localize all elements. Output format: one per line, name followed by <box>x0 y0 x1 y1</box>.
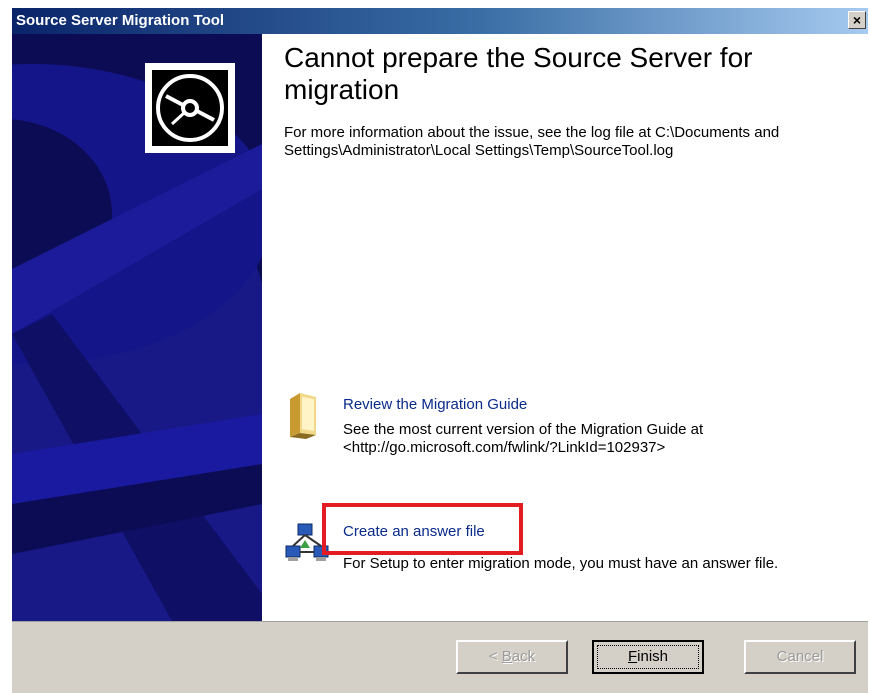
back-rest: ack <box>511 648 536 665</box>
review-guide-description: See the most current version of the Migr… <box>343 421 704 456</box>
migration-dialog: Source Server Migration Tool × Cannot pr… <box>0 0 870 693</box>
finish-button[interactable]: Finish <box>592 640 704 674</box>
page-title: Cannot prepare the Source Server for mig… <box>284 42 753 105</box>
focus-rect <box>597 645 699 669</box>
close-button[interactable]: × <box>848 11 866 29</box>
title-bar: Source Server Migration Tool × <box>12 8 868 34</box>
side-banner <box>12 34 262 621</box>
button-bar: < Back Finish Cancel <box>12 621 868 693</box>
disc-icon <box>152 70 228 146</box>
log-info-text: For more information about the issue, se… <box>284 124 780 159</box>
annotation-highlight-box <box>322 503 523 555</box>
window-title: Source Server Migration Tool <box>16 12 225 29</box>
answer-file-description: For Setup to enter migration mode, you m… <box>343 555 779 572</box>
review-guide-link[interactable]: Review the Migration Guide <box>343 396 527 414</box>
back-accel: B <box>501 648 512 665</box>
disc-logo <box>145 63 235 153</box>
cancel-button[interactable]: Cancel <box>744 640 856 674</box>
folder-book-icon <box>286 389 320 444</box>
back-button[interactable]: < Back <box>456 640 568 674</box>
back-prefix: < <box>488 648 502 665</box>
